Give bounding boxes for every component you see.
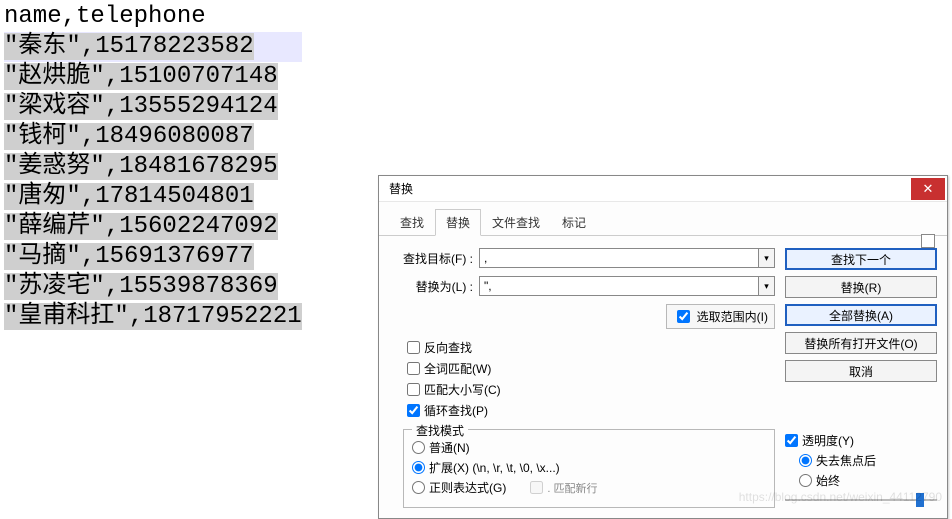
transparency-always[interactable]: 始终 bbox=[799, 472, 937, 489]
watermark-text: https://blog.csdn.net/weixin_44112790 bbox=[739, 490, 942, 504]
replace-in-open-files-button[interactable]: 替换所有打开文件(O) bbox=[785, 332, 937, 354]
editor-line: "姜惑努",18481678295 bbox=[4, 152, 302, 182]
in-selection-checkbox[interactable]: 选取范围内(I) bbox=[666, 304, 775, 329]
backward-checkbox[interactable]: 反向查找 bbox=[407, 339, 775, 356]
options-toggle-icon[interactable] bbox=[921, 234, 935, 248]
tab-mark[interactable]: 标记 bbox=[551, 209, 597, 236]
transparency-checkbox[interactable]: 透明度(Y) bbox=[785, 432, 937, 449]
wholeword-checkbox[interactable]: 全词匹配(W) bbox=[407, 360, 775, 377]
replace-input[interactable] bbox=[479, 276, 759, 296]
backward-input[interactable] bbox=[407, 341, 420, 354]
replace-button[interactable]: 替换(R) bbox=[785, 276, 937, 298]
editor-line: "皇甫科扛",18717952221 bbox=[4, 302, 302, 332]
cancel-button[interactable]: 取消 bbox=[785, 360, 937, 382]
close-icon[interactable]: ✕ bbox=[911, 178, 945, 200]
transparency-onlosefocus[interactable]: 失去焦点后 bbox=[799, 452, 937, 469]
in-selection-label: 选取范围内(I) bbox=[697, 308, 768, 325]
wholeword-input[interactable] bbox=[407, 362, 420, 375]
dialog-titlebar: 替换 ✕ bbox=[379, 176, 947, 202]
mode-extended[interactable]: 扩展(X) (\n, \r, \t, \0, \x...) bbox=[412, 459, 766, 476]
editor-line: "唐匆",17814504801 bbox=[4, 182, 302, 212]
search-mode-group: 查找模式 普通(N) 扩展(X) (\n, \r, \t, \0, \x...)… bbox=[403, 429, 775, 508]
replace-dialog: 替换 ✕ 查找 替换 文件查找 标记 查找目标(F) : ▾ 替换为(L) : … bbox=[378, 175, 948, 519]
mode-regex[interactable]: 正则表达式(G) . 匹配新行 bbox=[412, 479, 766, 496]
matchcase-input[interactable] bbox=[407, 383, 420, 396]
editor-line: "苏凌宅",15539878369 bbox=[4, 272, 302, 302]
dialog-tabs: 查找 替换 文件查找 标记 bbox=[379, 202, 947, 236]
find-label: 查找目标(F) : bbox=[389, 250, 479, 267]
find-input[interactable] bbox=[479, 248, 759, 268]
replace-label: 替换为(L) : bbox=[389, 278, 479, 295]
tab-find[interactable]: 查找 bbox=[389, 209, 435, 236]
find-history-dropdown[interactable]: ▾ bbox=[759, 248, 775, 268]
editor-area[interactable]: name,telephone"秦东",15178223582"赵烘脆",1510… bbox=[0, 0, 306, 334]
tab-findinfiles[interactable]: 文件查找 bbox=[481, 209, 551, 236]
wrap-input[interactable] bbox=[407, 404, 420, 417]
replace-all-button[interactable]: 全部替换(A) bbox=[785, 304, 937, 326]
in-selection-input[interactable] bbox=[677, 310, 690, 323]
mode-normal[interactable]: 普通(N) bbox=[412, 439, 766, 456]
dialog-title: 替换 bbox=[389, 180, 911, 197]
search-mode-legend: 查找模式 bbox=[412, 422, 468, 439]
editor-line: "赵烘脆",15100707148 bbox=[4, 62, 302, 92]
find-next-button[interactable]: 查找下一个 bbox=[785, 248, 937, 270]
replace-history-dropdown[interactable]: ▾ bbox=[759, 276, 775, 296]
editor-line: "秦东",15178223582 bbox=[4, 32, 302, 62]
matchcase-checkbox[interactable]: 匹配大小写(C) bbox=[407, 381, 775, 398]
editor-line: "梁戏容",13555294124 bbox=[4, 92, 302, 122]
editor-line: "钱柯",18496080087 bbox=[4, 122, 302, 152]
tab-replace[interactable]: 替换 bbox=[435, 209, 481, 236]
wrap-checkbox[interactable]: 循环查找(P) bbox=[407, 402, 775, 419]
editor-line: "薛编芹",15602247092 bbox=[4, 212, 302, 242]
editor-line: "马摘",15691376977 bbox=[4, 242, 302, 272]
match-newline-checkbox[interactable]: . 匹配新行 bbox=[530, 480, 597, 496]
editor-header-line: name,telephone bbox=[4, 2, 302, 32]
